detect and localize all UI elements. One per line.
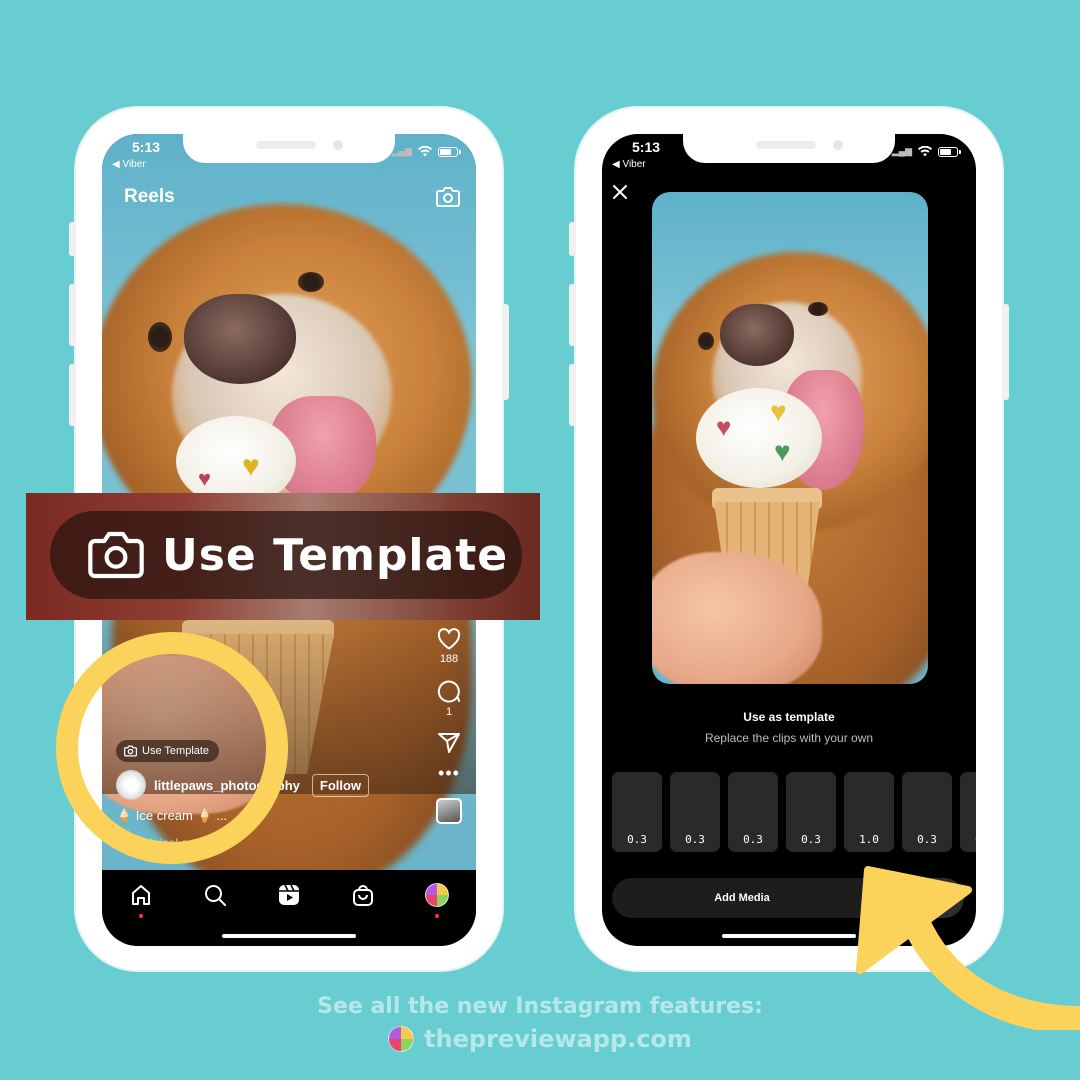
use-template-button[interactable]: Use Template [116, 740, 220, 762]
audio-thumbnail[interactable] [436, 798, 462, 824]
camera-icon [88, 531, 144, 579]
use-template-callout: Use Template [26, 493, 540, 620]
template-subtitle: Replace the clips with your own [704, 731, 874, 745]
battery-icon [938, 146, 961, 157]
reels-icon [279, 884, 299, 905]
tab-profile[interactable] [422, 880, 452, 918]
clip-duration: 0.3 [960, 833, 976, 846]
clip-slot[interactable]: 0.3 [960, 772, 976, 852]
website-link[interactable]: thepreviewapp.com [424, 1025, 692, 1053]
tab-shop[interactable] [348, 880, 378, 910]
mute-switch [569, 222, 576, 256]
post-caption[interactable]: 🍦 Ice cream 🍦 ... [116, 808, 227, 824]
tab-reels[interactable] [274, 880, 304, 910]
clip-duration: 0.3 [743, 833, 763, 846]
clip-slot[interactable]: 0.3 [902, 772, 952, 852]
volume-down-button [69, 364, 76, 426]
use-template-label: Use Template [142, 745, 210, 757]
page-title: Reels [124, 186, 175, 207]
wifi-icon [418, 146, 432, 157]
volume-up-button [569, 284, 576, 346]
back-to-app-link[interactable]: ◀ Viber [612, 159, 646, 170]
clip-duration: 1.0 [859, 833, 879, 846]
notch [183, 134, 395, 163]
home-icon [132, 885, 150, 905]
preview-app-logo-icon [388, 1026, 415, 1052]
comment-count: 1 [445, 706, 453, 718]
audio-label[interactable]: · original audio [132, 836, 211, 850]
post-author-row: littlepaws_photography Follow [116, 770, 370, 800]
clip-slot[interactable]: 1.0 [844, 772, 894, 852]
mute-switch [69, 222, 76, 256]
callout-label: Use Template [162, 529, 509, 581]
reel-actions: 188 1 ••• [436, 628, 462, 824]
clip-slot[interactable]: 0.3 [670, 772, 720, 852]
clip-slot[interactable]: 0.3 [728, 772, 778, 852]
profile-avatar-icon [425, 883, 449, 907]
use-template-screen: 5:13 ◀ Viber ▂▄▆ ♥ ♥ ♥ Use as template R… [602, 134, 976, 946]
like-icon[interactable] [437, 628, 461, 650]
close-icon[interactable] [612, 184, 628, 200]
comment-icon[interactable] [437, 679, 461, 703]
home-indicator [222, 934, 356, 938]
pointer-arrow-icon [856, 866, 1080, 1030]
avatar[interactable] [116, 770, 146, 800]
signal-icon: ▂▄▆ [391, 146, 412, 156]
username-link[interactable]: littlepaws_photography [154, 778, 300, 793]
back-to-app-link[interactable]: ◀ Viber [112, 159, 146, 170]
camera-icon [124, 745, 137, 757]
follow-button[interactable]: Follow [311, 773, 370, 797]
volume-down-button [569, 364, 576, 426]
template-title: Use as template [743, 710, 835, 724]
send-icon[interactable] [437, 732, 461, 754]
template-preview-video[interactable]: ♥ ♥ ♥ [652, 192, 928, 684]
clip-slots: 0.3 0.3 0.3 0.3 1.0 0.3 0.3 [612, 772, 976, 852]
power-button [1002, 304, 1009, 400]
camera-icon[interactable] [436, 186, 460, 208]
signal-icon: ▂▄▆ [891, 146, 912, 156]
volume-up-button [69, 284, 76, 346]
battery-icon [438, 146, 461, 157]
notch [683, 134, 895, 163]
search-icon [205, 885, 226, 906]
status-time: 5:13 [132, 139, 161, 155]
clip-duration: 0.3 [917, 833, 937, 846]
wifi-icon [918, 146, 932, 157]
clip-slot[interactable]: 0.3 [612, 772, 662, 852]
status-time: 5:13 [632, 139, 661, 155]
clip-duration: 0.3 [801, 833, 821, 846]
power-button [502, 304, 509, 400]
clip-duration: 0.3 [685, 833, 705, 846]
tab-search[interactable] [200, 880, 230, 910]
more-options-icon[interactable]: ••• [438, 764, 460, 782]
use-template-callout-pill: Use Template [50, 511, 522, 599]
clip-slot[interactable]: 0.3 [786, 772, 836, 852]
shop-icon [353, 885, 373, 906]
right-phone-frame: 5:13 ◀ Viber ▂▄▆ ♥ ♥ ♥ Use as template R… [569, 108, 1009, 970]
like-count: 188 [439, 653, 459, 665]
clip-duration: 0.3 [627, 833, 647, 846]
tab-home[interactable] [126, 880, 156, 918]
